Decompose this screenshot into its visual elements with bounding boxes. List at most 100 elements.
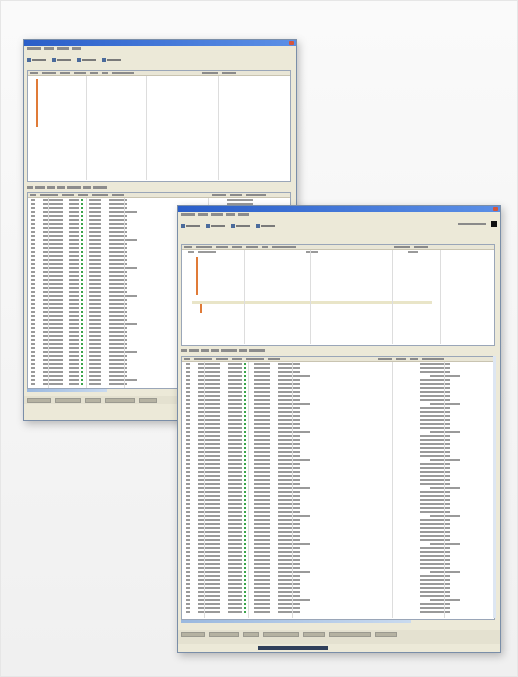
tab[interactable] — [93, 185, 107, 189]
table-cell — [198, 447, 220, 449]
table-cell — [228, 603, 242, 605]
tab[interactable] — [57, 185, 65, 189]
table-cell — [254, 559, 270, 561]
menu-item[interactable] — [27, 47, 41, 50]
table-cell — [81, 303, 83, 305]
close-icon[interactable] — [493, 207, 498, 211]
toolbar-button[interactable] — [77, 58, 96, 62]
toolbar-button-label — [107, 59, 121, 61]
table-cell — [244, 487, 246, 489]
tab[interactable] — [35, 185, 45, 189]
tab[interactable] — [201, 348, 209, 352]
table-cell — [89, 327, 101, 329]
table-cell — [186, 431, 190, 433]
table-cell — [228, 371, 242, 373]
table-cell — [244, 499, 246, 501]
black-square-icon[interactable] — [491, 221, 497, 227]
table-cell — [186, 503, 190, 505]
table-cell — [186, 395, 190, 397]
table-cell — [278, 607, 300, 609]
tab[interactable] — [67, 185, 81, 189]
list-item[interactable] — [182, 250, 494, 254]
toolbar-button[interactable] — [256, 224, 275, 228]
menu-item[interactable] — [72, 47, 81, 50]
tab[interactable] — [189, 348, 199, 352]
tab[interactable] — [27, 185, 33, 189]
status-button[interactable] — [139, 398, 157, 403]
status-button[interactable] — [375, 632, 397, 637]
toolbar-button[interactable] — [206, 224, 225, 228]
table-cell — [81, 263, 83, 265]
tab[interactable] — [211, 348, 219, 352]
status-button[interactable] — [181, 632, 205, 637]
vertical-scrollbar[interactable] — [493, 356, 496, 618]
table-cell — [31, 375, 35, 377]
table-cell — [420, 519, 450, 521]
horizontal-scrollbar[interactable] — [181, 620, 411, 623]
toolbar-button[interactable] — [231, 224, 250, 228]
table-cell — [186, 443, 190, 445]
status-button[interactable] — [105, 398, 135, 403]
menu-item[interactable] — [44, 47, 54, 50]
table-cell — [186, 603, 190, 605]
table-cell — [244, 463, 246, 465]
table-cell — [31, 339, 35, 341]
menu-item[interactable] — [211, 213, 223, 216]
table-cell — [81, 299, 83, 301]
table-cell — [420, 559, 450, 561]
table-cell — [420, 363, 450, 365]
table-cell — [430, 375, 460, 377]
close-icon[interactable] — [289, 41, 294, 45]
status-button[interactable] — [303, 632, 325, 637]
menu-item[interactable] — [238, 213, 249, 216]
table-cell — [228, 495, 242, 497]
tab[interactable] — [239, 348, 247, 352]
menu-item[interactable] — [198, 213, 208, 216]
table-cell — [186, 551, 190, 553]
table-cell — [278, 379, 300, 381]
tab[interactable] — [181, 348, 187, 352]
table-cell — [244, 563, 246, 565]
horizontal-scrollbar[interactable] — [27, 389, 107, 392]
status-button[interactable] — [209, 632, 239, 637]
table-cell — [228, 447, 242, 449]
tab[interactable] — [47, 185, 55, 189]
status-button[interactable] — [55, 398, 81, 403]
table-cell — [278, 375, 310, 377]
table-cell — [420, 419, 450, 421]
table-cell — [278, 363, 300, 365]
status-button[interactable] — [243, 632, 259, 637]
table-cell — [430, 459, 460, 461]
table-cell — [254, 415, 270, 417]
table-cell — [278, 383, 300, 385]
table-cell — [198, 419, 220, 421]
table-cell — [228, 611, 242, 613]
table-cell — [81, 207, 83, 209]
table-cell — [244, 451, 246, 453]
status-button[interactable] — [329, 632, 371, 637]
tab[interactable] — [249, 348, 265, 352]
status-button[interactable] — [263, 632, 299, 637]
table-cell — [198, 567, 220, 569]
menu-item[interactable] — [181, 213, 195, 216]
toolbar-search-field[interactable] — [458, 223, 486, 225]
screenshot-card — [0, 0, 518, 677]
menu-item[interactable] — [57, 47, 69, 50]
tab[interactable] — [221, 348, 237, 352]
table-cell — [254, 547, 270, 549]
table-cell — [420, 443, 450, 445]
status-button[interactable] — [27, 398, 51, 403]
toolbar-button[interactable] — [27, 58, 46, 62]
toolbar-button[interactable] — [102, 58, 121, 62]
toolbar-button[interactable] — [52, 58, 71, 62]
table-cell — [228, 607, 242, 609]
menu-item[interactable] — [226, 213, 235, 216]
status-button[interactable] — [85, 398, 101, 403]
table-row[interactable] — [182, 610, 494, 614]
table-cell — [420, 579, 450, 581]
toolbar-button[interactable] — [181, 224, 200, 228]
table-cell — [198, 371, 220, 373]
toolbar-button-label — [211, 225, 225, 227]
table-cell — [278, 507, 300, 509]
tab[interactable] — [83, 185, 91, 189]
